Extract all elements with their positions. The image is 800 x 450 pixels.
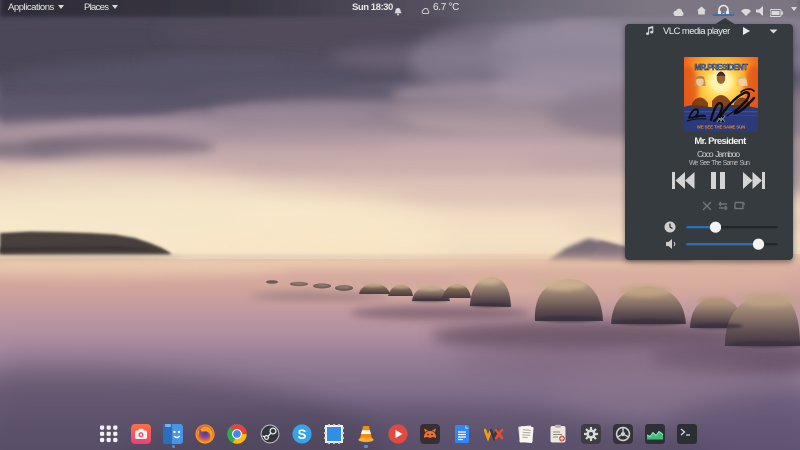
svg-text:WE SEE THE SAME SUN: WE SEE THE SAME SUN bbox=[697, 124, 745, 129]
svg-text:S: S bbox=[297, 426, 306, 441]
svg-text:MR.PRESIDENT: MR.PRESIDENT bbox=[695, 63, 749, 72]
